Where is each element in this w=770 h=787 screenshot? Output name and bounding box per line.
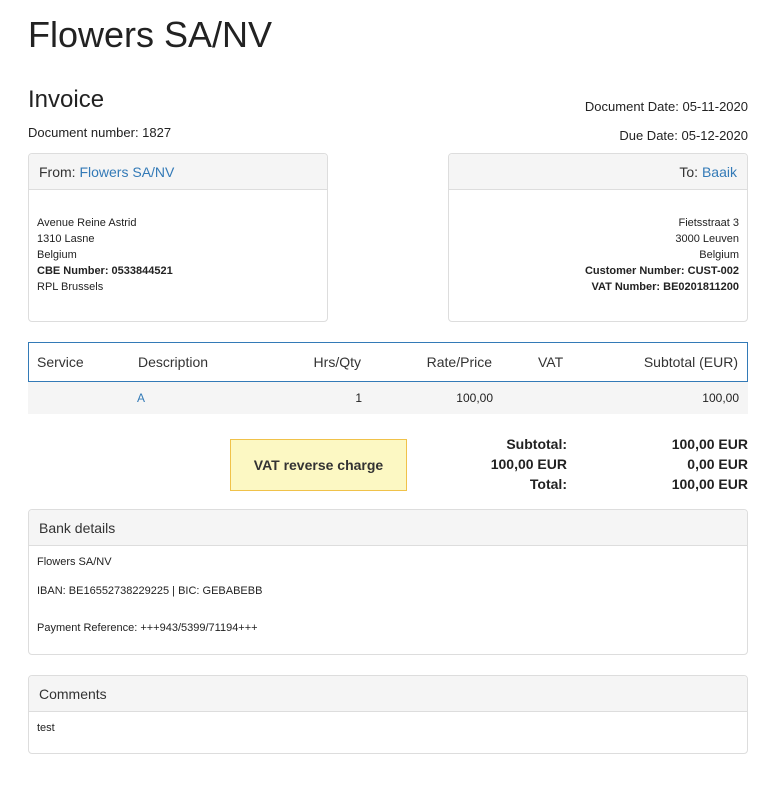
from-company-link[interactable]: Flowers SA/NV — [79, 164, 174, 180]
to-address: Fietsstraat 3 3000 Leuven Belgium Custom… — [585, 215, 739, 295]
bank-account-name: Flowers SA/NV — [37, 556, 112, 568]
row-rate: 100,00 — [456, 391, 493, 405]
bank-details-header: Bank details — [29, 510, 747, 546]
vat-label: 100,00 EUR — [490, 456, 567, 472]
due-date: Due Date: 05-12-2020 — [619, 128, 748, 143]
items-table: Service Description Hrs/Qty Rate/Price V… — [28, 342, 748, 414]
company-name: Flowers SA/NV — [28, 14, 273, 55]
row-subtotal: 100,00 — [702, 391, 739, 405]
from-panel: From: Flowers SA/NV Avenue Reine Astrid … — [28, 153, 328, 322]
document-date: Document Date: 05-11-2020 — [584, 99, 748, 114]
total-value: 100,00 EUR — [671, 476, 748, 492]
header-vat: VAT — [538, 354, 564, 370]
comments-text: test — [37, 722, 55, 734]
to-panel-header: To: Baaik — [449, 154, 747, 190]
bank-iban: IBAN: BE16552738229225 | BIC: GEBABEBB — [37, 585, 263, 597]
from-rpl: RPL Brussels — [37, 281, 104, 293]
to-company-link[interactable]: Baaik — [702, 164, 737, 180]
comments-header: Comments — [29, 676, 747, 712]
to-address-line: 3000 Leuven — [675, 233, 739, 245]
from-panel-header: From: Flowers SA/NV — [29, 154, 327, 190]
invoice-title: Invoice — [28, 86, 105, 113]
to-vat-number: VAT Number: BE0201811200 — [591, 281, 739, 293]
from-label: From: — [39, 163, 76, 180]
table-row: A 1 100,00 100,00 — [28, 382, 748, 414]
payment-reference: Payment Reference: +++943/5399/71194+++ — [37, 622, 258, 634]
to-address-line: Belgium — [699, 249, 739, 261]
from-address: Avenue Reine Astrid 1310 Lasne Belgium C… — [37, 215, 173, 295]
to-label: To: — [679, 163, 699, 180]
items-table-header: Service Description Hrs/Qty Rate/Price V… — [28, 342, 748, 382]
subtotal-label: Subtotal: — [506, 436, 567, 452]
document-number: Document number: 1827 — [28, 125, 172, 140]
from-address-line: 1310 Lasne — [37, 233, 95, 245]
row-qty: 1 — [355, 391, 362, 405]
bank-details-panel: Bank details Flowers SA/NV IBAN: BE16552… — [28, 509, 748, 655]
header-qty: Hrs/Qty — [313, 354, 361, 370]
header-service: Service — [37, 354, 84, 370]
header-rate: Rate/Price — [426, 354, 492, 370]
comments-panel: Comments test — [28, 675, 748, 754]
vat-reverse-charge-note: VAT reverse charge — [230, 439, 407, 491]
to-address-line: Fietsstraat 3 — [678, 217, 739, 229]
from-cbe-number: CBE Number: 0533844521 — [37, 265, 173, 277]
to-panel: To: Baaik Fietsstraat 3 3000 Leuven Belg… — [448, 153, 748, 322]
vat-value: 0,00 EUR — [687, 456, 748, 472]
to-customer-number: Customer Number: CUST-002 — [584, 265, 739, 277]
total-label: Total: — [529, 476, 567, 492]
header-description: Description — [138, 354, 209, 370]
row-description-link[interactable]: A — [137, 391, 145, 405]
from-address-line: Belgium — [37, 249, 77, 261]
from-address-line: Avenue Reine Astrid — [37, 217, 137, 229]
header-subtotal: Subtotal (EUR) — [643, 354, 738, 370]
subtotal-value: 100,00 EUR — [671, 436, 748, 452]
